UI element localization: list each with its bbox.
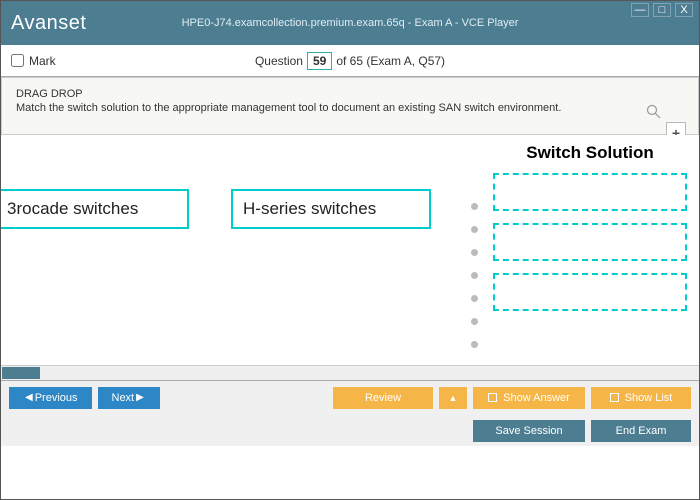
app-logo: Avanset bbox=[11, 12, 86, 35]
show-list-button[interactable]: Show List bbox=[591, 387, 691, 409]
question-number: 59 bbox=[307, 52, 332, 70]
next-button[interactable]: Next▶ bbox=[98, 387, 160, 409]
target-panel: Switch Solution bbox=[481, 135, 699, 365]
footer-row-1: ◀Previous Next▶ Review ▲ Show Answer Sho… bbox=[1, 381, 699, 414]
dot-icon bbox=[471, 341, 478, 348]
mark-checkbox-label[interactable]: Mark bbox=[11, 54, 56, 68]
chevron-left-icon: ◀ bbox=[25, 392, 33, 403]
mark-text: Mark bbox=[29, 54, 56, 68]
question-label: Question bbox=[255, 54, 303, 68]
previous-button[interactable]: ◀Previous bbox=[9, 387, 92, 409]
drag-item-brocade[interactable]: 3rocade switches bbox=[1, 189, 189, 229]
drop-zone[interactable] bbox=[493, 273, 687, 311]
minimize-button[interactable]: — bbox=[631, 3, 649, 17]
show-answer-button[interactable]: Show Answer bbox=[473, 387, 585, 409]
instructions-body: Match the switch solution to the appropr… bbox=[16, 102, 578, 114]
question-total: of 65 (Exam A, Q57) bbox=[336, 54, 445, 68]
footer-row-2: Save Session End Exam bbox=[1, 414, 699, 447]
close-button[interactable]: X bbox=[675, 3, 693, 17]
connector-dots bbox=[471, 203, 478, 348]
title-bar: Avanset HPE0-J74.examcollection.premium.… bbox=[1, 1, 699, 45]
end-exam-button[interactable]: End Exam bbox=[591, 420, 691, 442]
drop-zone[interactable] bbox=[493, 173, 687, 211]
dot-icon bbox=[471, 272, 478, 279]
scrollbar-thumb[interactable] bbox=[2, 367, 40, 379]
review-menu-button[interactable]: ▲ bbox=[439, 387, 467, 409]
maximize-button[interactable]: □ bbox=[653, 3, 671, 17]
save-session-button[interactable]: Save Session bbox=[473, 420, 585, 442]
dot-icon bbox=[471, 226, 478, 233]
source-panel: 3rocade switches H-series switches bbox=[1, 135, 461, 365]
square-icon bbox=[610, 393, 619, 402]
instructions-panel: DRAG DROP Match the switch solution to t… bbox=[1, 77, 699, 135]
question-counter: Question 59 of 65 (Exam A, Q57) bbox=[255, 52, 445, 70]
instructions-title: DRAG DROP bbox=[16, 88, 578, 100]
mark-checkbox[interactable] bbox=[11, 54, 24, 67]
question-bar: Mark Question 59 of 65 (Exam A, Q57) bbox=[1, 45, 699, 77]
search-icon[interactable] bbox=[646, 104, 662, 123]
window-controls: — □ X bbox=[631, 3, 693, 17]
dot-icon bbox=[471, 295, 478, 302]
chevron-up-icon: ▲ bbox=[449, 393, 458, 403]
window-title: HPE0-J74.examcollection.premium.exam.65q… bbox=[182, 17, 519, 29]
drag-item-hseries[interactable]: H-series switches bbox=[231, 189, 431, 229]
drop-zone[interactable] bbox=[493, 223, 687, 261]
horizontal-scrollbar[interactable] bbox=[1, 365, 699, 380]
dot-icon bbox=[471, 318, 478, 325]
work-area: 3rocade switches H-series switches Switc… bbox=[1, 135, 699, 365]
dot-icon bbox=[471, 249, 478, 256]
target-title: Switch Solution bbox=[493, 143, 687, 163]
dot-icon bbox=[471, 203, 478, 210]
chevron-right-icon: ▶ bbox=[136, 392, 144, 403]
footer: ◀Previous Next▶ Review ▲ Show Answer Sho… bbox=[1, 380, 699, 446]
square-icon bbox=[488, 393, 497, 402]
review-button[interactable]: Review bbox=[333, 387, 433, 409]
